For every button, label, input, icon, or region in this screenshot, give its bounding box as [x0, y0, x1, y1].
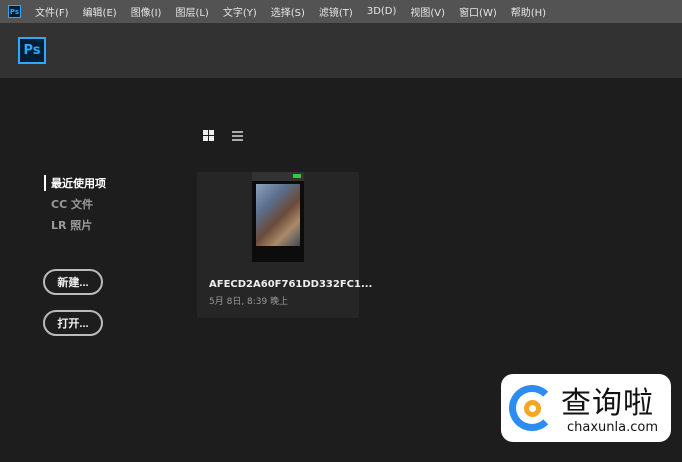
- sidebar-item-recent[interactable]: 最近使用项: [44, 175, 106, 191]
- file-name: AFECD2A60F761DD332FC1...: [209, 279, 373, 290]
- menu-view[interactable]: 视图(V): [410, 4, 445, 19]
- menu-file[interactable]: 文件(F): [35, 4, 69, 19]
- magnifier-logo-icon: [509, 385, 555, 431]
- start-header: Ps: [0, 23, 682, 78]
- recent-file-card[interactable]: AFECD2A60F761DD332FC1... 5月 8日, 8:39 晚上: [197, 172, 372, 318]
- menu-image[interactable]: 图像(I): [131, 4, 162, 19]
- menu-bar: Ps 文件(F) 编辑(E) 图像(I) 图层(L) 文字(Y) 选择(S) 滤…: [0, 0, 682, 23]
- sidebar-item-cc-files[interactable]: CC 文件: [51, 196, 93, 212]
- photoshop-app-icon: Ps: [8, 5, 21, 18]
- menu-filter[interactable]: 滤镜(T): [319, 4, 353, 19]
- menu-3d[interactable]: 3D(D): [367, 6, 397, 17]
- list-view-icon[interactable]: [232, 131, 243, 141]
- menu-edit[interactable]: 编辑(E): [83, 4, 117, 19]
- watermark-cn: 查询啦: [561, 386, 654, 421]
- open-button[interactable]: 打开...: [43, 310, 103, 336]
- menu-type[interactable]: 文字(Y): [223, 4, 257, 19]
- new-button[interactable]: 新建...: [43, 269, 103, 295]
- watermark-en: chaxunla.com: [567, 420, 658, 435]
- photoshop-logo: Ps: [18, 37, 46, 64]
- file-thumbnail: [252, 172, 304, 262]
- menu-help[interactable]: 帮助(H): [511, 4, 546, 19]
- menu-select[interactable]: 选择(S): [271, 4, 305, 19]
- file-date: 5月 8日, 8:39 晚上: [209, 297, 289, 307]
- sidebar-item-lr-photos[interactable]: LR 照片: [51, 217, 92, 233]
- menu-window[interactable]: 窗口(W): [459, 4, 497, 19]
- grid-view-icon[interactable]: [203, 130, 214, 141]
- menu-layer[interactable]: 图层(L): [175, 4, 208, 19]
- watermark-logo: 查询啦 chaxunla.com: [501, 374, 671, 442]
